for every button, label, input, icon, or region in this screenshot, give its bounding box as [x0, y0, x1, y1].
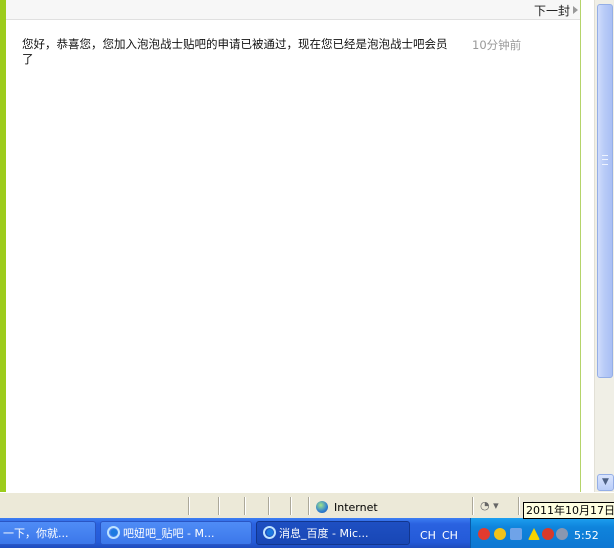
chevron-down-icon: ▼: [602, 477, 609, 487]
status-divider: [308, 497, 310, 515]
status-bar: Internet ◔ ▾ ◎: [0, 492, 614, 519]
vertical-scrollbar[interactable]: ▼: [594, 0, 614, 492]
browser-content: 下一封 您好，恭喜您，您加入泡泡战士贴吧的申请已被通过，现在您已经是泡泡战士吧会…: [0, 0, 594, 492]
network-icon[interactable]: [510, 528, 522, 540]
date-tooltip: 2011年10月17日: [523, 502, 614, 519]
status-divider: [518, 497, 520, 515]
taskbar-button[interactable]: 一下，你就...: [0, 521, 96, 545]
status-divider: [268, 497, 270, 515]
status-divider: [188, 497, 190, 515]
taskbar-button[interactable]: 吧妞吧_贴吧 - M...: [100, 521, 252, 545]
scroll-down-button[interactable]: ▼: [597, 474, 614, 491]
chevron-right-icon[interactable]: [573, 6, 578, 14]
message-toolbar: 下一封: [6, 0, 580, 20]
ie-icon: [107, 526, 120, 539]
ie-icon: [263, 526, 276, 539]
protected-mode-icon[interactable]: ◔ ▾: [480, 499, 499, 512]
message-panel: 下一封 您好，恭喜您，您加入泡泡战士贴吧的申请已被通过，现在您已经是泡泡战士吧会…: [6, 0, 581, 492]
qq-penguin-icon[interactable]: [478, 528, 490, 540]
clock[interactable]: 5:52: [574, 529, 599, 542]
security-shield-icon[interactable]: [542, 528, 554, 540]
qq-penguin-icon[interactable]: [494, 528, 506, 540]
language-indicator[interactable]: CH: [420, 529, 436, 542]
status-divider: [218, 497, 220, 515]
status-divider: [472, 497, 474, 515]
status-divider: [290, 497, 292, 515]
speaker-icon[interactable]: [556, 528, 568, 540]
taskbar-button-label: 消息_百度 - Mic...: [279, 527, 369, 540]
taskbar-button-label: 一下，你就...: [3, 527, 69, 540]
security-zone-label: Internet: [334, 501, 378, 514]
taskbar-button-label: 吧妞吧_贴吧 - M...: [123, 527, 215, 540]
message-body: 您好，恭喜您，您加入泡泡战士贴吧的申请已被通过，现在您已经是泡泡战士吧会员了: [22, 37, 448, 66]
next-message-link[interactable]: 下一封: [534, 2, 570, 19]
language-indicator-secondary[interactable]: CH: [442, 529, 458, 542]
taskbar-button-active[interactable]: 消息_百度 - Mic...: [256, 521, 410, 545]
message-time: 10分钟前: [472, 38, 522, 52]
grip-icon: [602, 155, 608, 165]
status-divider: [244, 497, 246, 515]
scrollbar-thumb[interactable]: [597, 4, 613, 378]
globe-icon: [316, 501, 328, 513]
